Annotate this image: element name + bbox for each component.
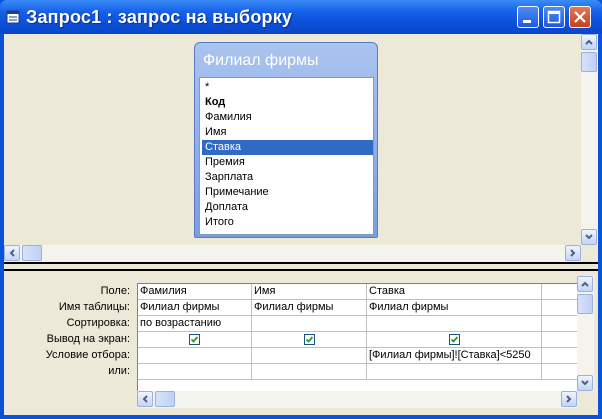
grid-row-label: Вывод на экран: [46, 333, 130, 345]
table-name-cell[interactable]: Филиал фирмы [138, 300, 252, 316]
field-cell[interactable]: Имя [252, 284, 367, 300]
scroll-thumb[interactable] [22, 245, 42, 261]
criteria-cell[interactable] [252, 348, 367, 364]
table-title[interactable]: Филиал фирмы [203, 52, 319, 70]
chevron-right-icon [566, 395, 572, 403]
empty-cell[interactable] [542, 300, 577, 316]
field-list-item[interactable]: Ставка [202, 140, 373, 155]
scroll-down-button[interactable] [577, 375, 593, 391]
scroll-left-button[interactable] [4, 245, 20, 261]
show-checkbox[interactable] [304, 334, 315, 345]
minimize-button[interactable] [517, 6, 539, 28]
chevron-down-icon [585, 234, 593, 240]
grid-row-label: Поле: [100, 285, 130, 297]
field-list-item[interactable]: Примечание [202, 185, 373, 200]
query-window-icon[interactable] [6, 10, 20, 24]
chevron-up-icon [581, 281, 589, 287]
field-list-item[interactable]: * [202, 80, 373, 95]
close-icon [574, 11, 586, 23]
or-cell[interactable] [367, 364, 542, 380]
field-list-item[interactable]: Доплата [202, 200, 373, 215]
grid-column[interactable]: Ставка Филиал фирмы [Филиал фирмы]![Ставка… [367, 284, 542, 391]
criteria-cell[interactable]: [Филиал фирмы]![Ставка]<5250 [367, 348, 542, 364]
empty-cell[interactable] [542, 364, 577, 380]
field-list-item[interactable]: Код [202, 95, 373, 110]
grid-column[interactable]: Фамилия Филиал фирмы по возрастанию [138, 284, 252, 391]
criteria-cell[interactable] [138, 348, 252, 364]
scroll-left-button[interactable] [137, 391, 153, 407]
or-cell[interactable] [252, 364, 367, 380]
show-checkbox[interactable] [449, 334, 460, 345]
window-title: Запрос1 : запрос на выборку [26, 7, 293, 27]
table-pane[interactable]: Филиал фирмы * Код Фамилия Имя Ставка Премия З… [4, 34, 598, 262]
sort-cell[interactable] [367, 316, 542, 332]
empty-cell[interactable] [542, 332, 577, 348]
chevron-up-icon [585, 39, 593, 45]
maximize-icon [547, 10, 561, 24]
minimize-icon [523, 20, 531, 23]
table-box[interactable]: Филиал фирмы * Код Фамилия Имя Ставка Премия З… [194, 42, 378, 238]
sort-cell[interactable]: по возрастанию [138, 316, 252, 332]
maximize-button[interactable] [543, 6, 565, 28]
checkmark-icon [305, 336, 314, 343]
scroll-right-button[interactable] [565, 245, 581, 261]
grid-hscroll[interactable] [137, 391, 577, 408]
grid-column[interactable]: Имя Филиал фирмы [252, 284, 367, 391]
table-name-cell[interactable]: Филиал фирмы [252, 300, 367, 316]
empty-cell[interactable] [542, 284, 577, 300]
table-name-cell[interactable]: Филиал фирмы [367, 300, 542, 316]
design-grid[interactable]: Фамилия Филиал фирмы по возрастанию Имя Фили… [137, 283, 577, 391]
scroll-thumb[interactable] [581, 52, 597, 72]
field-list-item[interactable]: Итого [202, 215, 373, 230]
chevron-down-icon [581, 380, 589, 386]
window-client-area: Филиал фирмы * Код Фамилия Имя Ставка Премия З… [4, 34, 598, 415]
field-list-item[interactable]: Зарплата [202, 170, 373, 185]
empty-cell[interactable] [542, 316, 577, 332]
field-list-item[interactable]: Фамилия [202, 110, 373, 125]
scroll-thumb[interactable] [577, 294, 593, 314]
pane-splitter[interactable] [4, 262, 598, 271]
grid-row-label: или: [108, 365, 130, 377]
scroll-right-button[interactable] [561, 391, 577, 407]
chevron-left-icon [9, 249, 15, 257]
grid-row-label: Имя таблицы: [58, 301, 130, 313]
title-bar[interactable]: Запрос1 : запрос на выборку [0, 0, 602, 34]
table-pane-hscroll[interactable] [4, 245, 581, 262]
table-pane-vscroll[interactable] [581, 34, 598, 245]
design-grid-pane[interactable]: Поле: Имя таблицы: Сортировка: Вывод на экр… [4, 271, 598, 415]
checkmark-icon [450, 336, 459, 343]
show-checkbox-cell[interactable] [138, 332, 252, 348]
show-checkbox[interactable] [189, 334, 200, 345]
field-list-item[interactable]: Премия [202, 155, 373, 170]
show-checkbox-cell[interactable] [252, 332, 367, 348]
grid-row-label: Условие отбора: [45, 349, 130, 361]
empty-cell[interactable] [542, 348, 577, 364]
close-button[interactable] [569, 6, 591, 28]
chevron-left-icon [142, 395, 148, 403]
or-cell[interactable] [138, 364, 252, 380]
sort-cell[interactable] [252, 316, 367, 332]
query-window: Запрос1 : запрос на выборку Филиал фирмы… [0, 0, 602, 419]
field-cell[interactable]: Фамилия [138, 284, 252, 300]
checkmark-icon [190, 336, 199, 343]
grid-vscroll[interactable] [577, 276, 594, 391]
field-list[interactable]: * Код Фамилия Имя Ставка Премия Зарплата Примеч… [199, 77, 374, 235]
field-cell[interactable]: Ставка [367, 284, 542, 300]
show-checkbox-cell[interactable] [367, 332, 542, 348]
scroll-up-button[interactable] [577, 276, 593, 292]
scroll-up-button[interactable] [581, 34, 597, 50]
field-list-item[interactable]: Имя [202, 125, 373, 140]
grid-row-label: Сортировка: [66, 317, 130, 329]
chevron-right-icon [570, 249, 576, 257]
grid-column-empty[interactable] [542, 284, 577, 391]
scroll-down-button[interactable] [581, 229, 597, 245]
scroll-thumb[interactable] [155, 391, 175, 407]
